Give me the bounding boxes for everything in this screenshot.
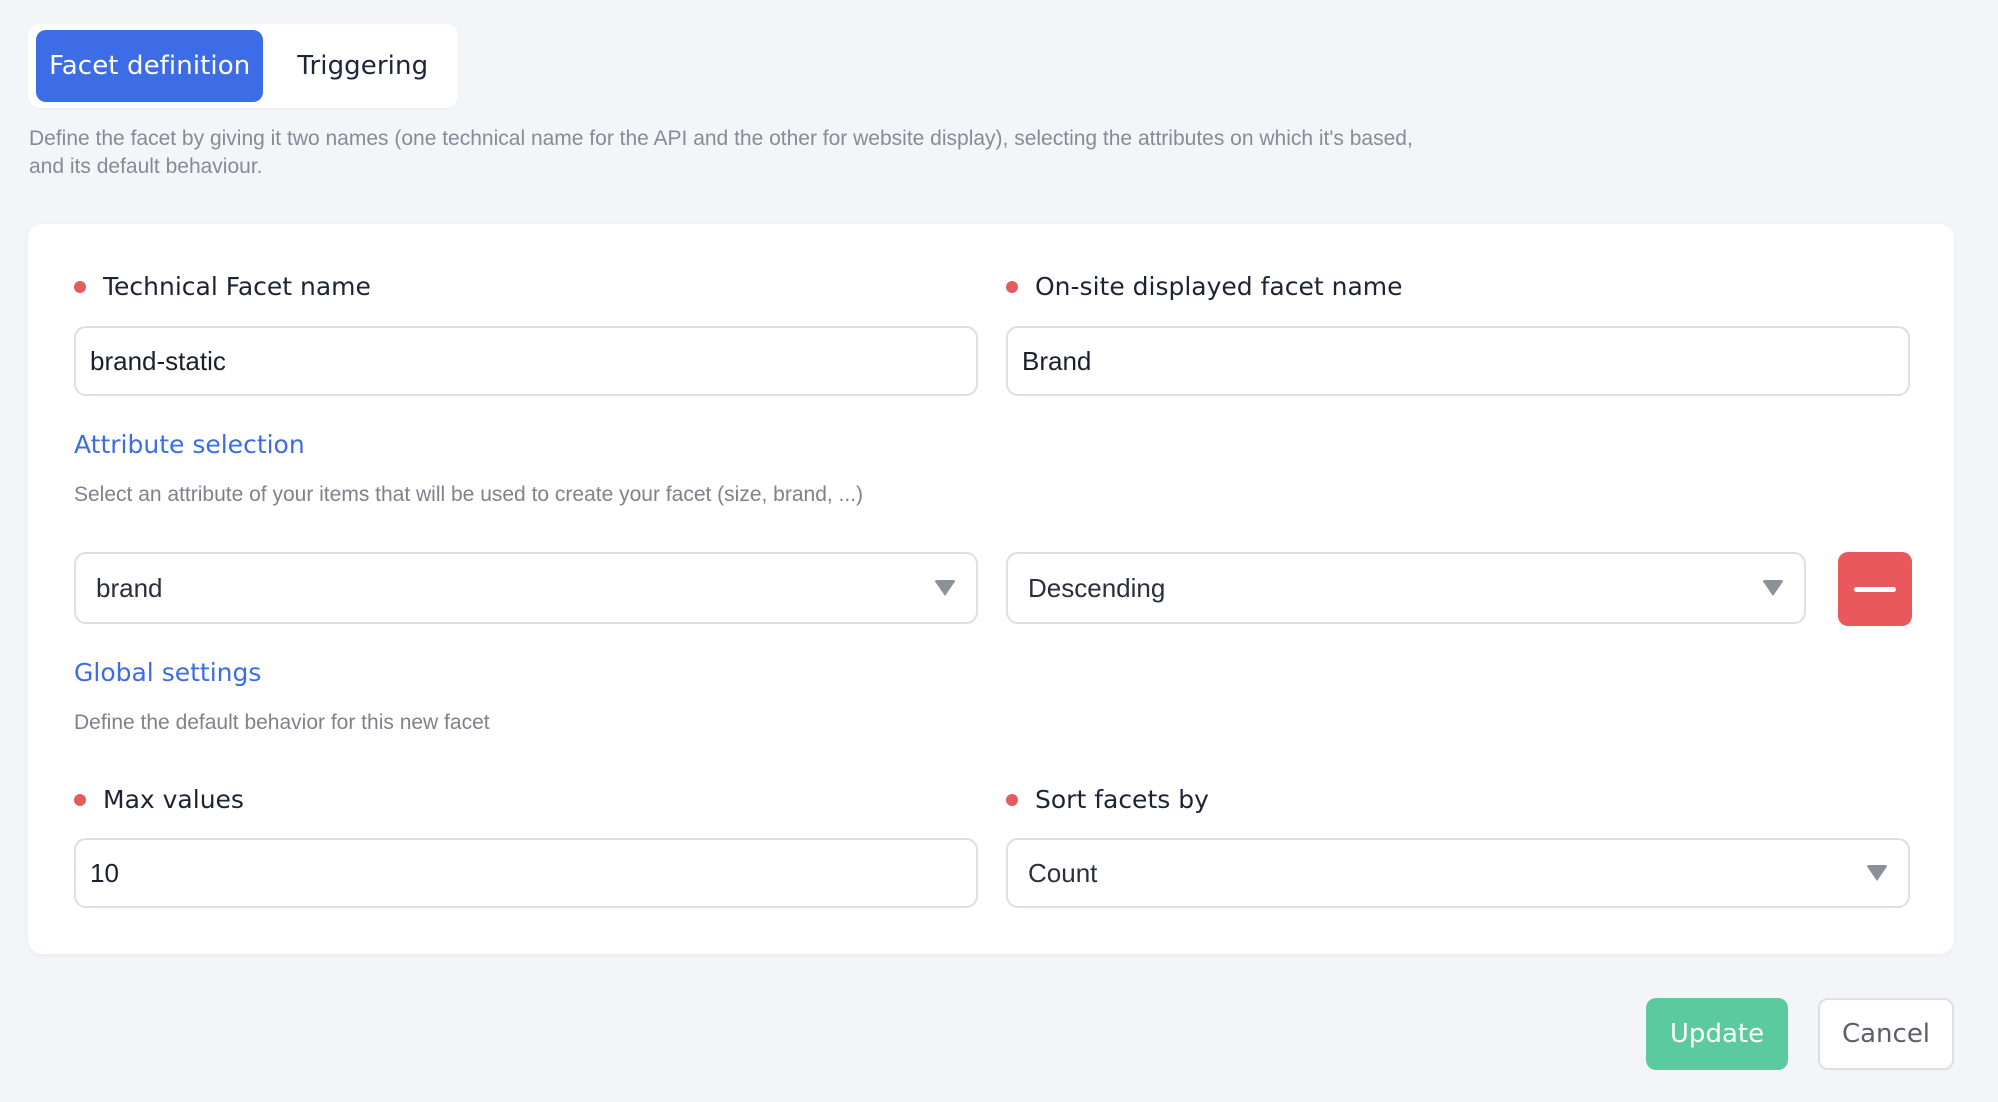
remove-attribute-button[interactable] — [1838, 552, 1912, 626]
display-name-label: On-site displayed facet name — [1006, 272, 1403, 301]
caret-down-icon — [934, 580, 956, 596]
caret-down-icon — [1762, 580, 1784, 596]
tab-facet-definition[interactable]: Facet definition — [36, 30, 264, 102]
sort-by-label-text: Sort facets by — [1035, 785, 1209, 814]
required-indicator — [74, 793, 86, 806]
sort-by-label: Sort facets by — [1006, 785, 1209, 814]
tab-triggering[interactable]: Triggering — [275, 30, 450, 102]
sort-by-select[interactable]: Count — [1006, 838, 1910, 908]
tab-bar: Facet definition Triggering — [28, 24, 458, 108]
attribute-selection-title: Attribute selection — [74, 430, 305, 459]
required-indicator — [74, 280, 86, 293]
required-indicator — [1006, 280, 1018, 293]
minus-icon — [1854, 586, 1896, 592]
attribute-selection-subtitle: Select an attribute of your items that w… — [74, 483, 864, 506]
attribute-select[interactable]: brand — [74, 552, 978, 624]
facet-editor-page: Facet definition Triggering Define the f… — [0, 0, 1998, 1102]
max-values-label-text: Max values — [103, 785, 244, 814]
technical-name-label-text: Technical Facet name — [103, 272, 371, 301]
required-indicator — [1006, 793, 1018, 806]
caret-down-icon — [1866, 865, 1888, 881]
global-settings-title: Global settings — [74, 658, 262, 687]
display-name-input[interactable]: Brand — [1006, 326, 1910, 396]
attribute-select-value: brand — [96, 572, 163, 603]
max-values-label: Max values — [74, 785, 244, 814]
technical-name-label: Technical Facet name — [74, 272, 371, 301]
update-button[interactable]: Update — [1646, 998, 1788, 1070]
facet-form-card: Technical Facet name On-site displayed f… — [28, 224, 1954, 954]
global-settings-subtitle: Define the default behavior for this new… — [74, 711, 490, 734]
attribute-order-value: Descending — [1028, 572, 1166, 603]
page-description: Define the facet by giving it two names … — [29, 127, 1413, 178]
technical-name-input[interactable]: brand-static — [74, 326, 978, 396]
display-name-label-text: On-site displayed facet name — [1035, 272, 1403, 301]
cancel-button[interactable]: Cancel — [1818, 998, 1954, 1070]
attribute-order-select[interactable]: Descending — [1006, 552, 1806, 624]
max-values-input[interactable]: 10 — [74, 838, 978, 908]
sort-by-value: Count — [1028, 857, 1098, 888]
